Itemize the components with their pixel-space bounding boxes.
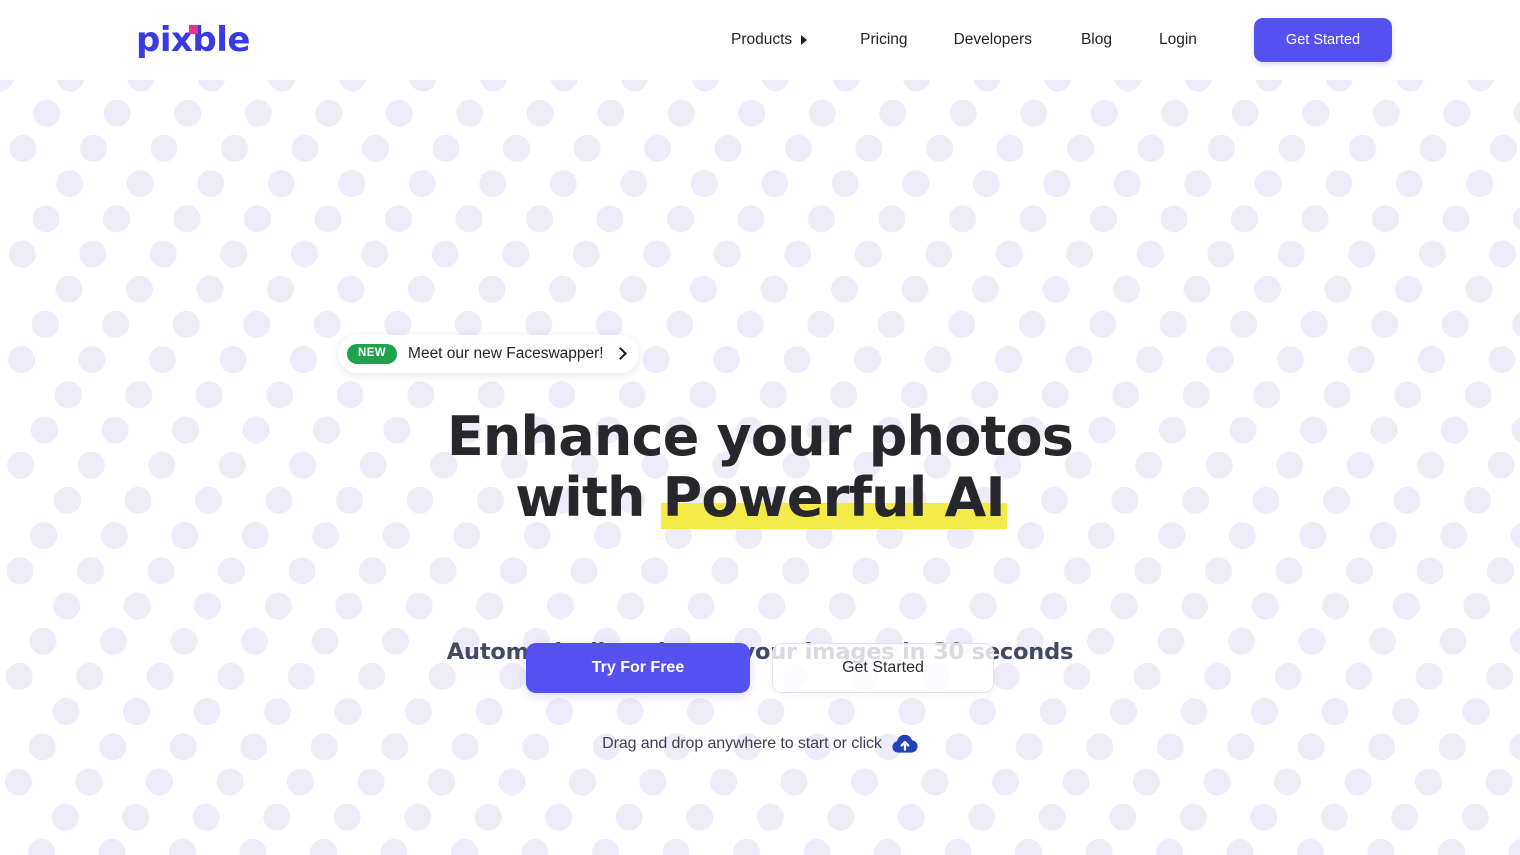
page-title: Enhance your photos with Powerful AI [0,405,1520,529]
upload-dropzone[interactable]: Drag and drop anywhere to start or click [0,733,1520,755]
header-get-started-button[interactable]: Get Started [1254,18,1392,62]
nav-item-blog[interactable]: Blog [1081,28,1112,52]
status-badge-new: NEW [347,343,398,365]
nav-item-label: Products [731,31,793,48]
hero-cta-row: Try For Free Get Started [0,643,1520,693]
hero-section: NEW Meet our new Faceswapper! Enhance yo… [0,78,1520,855]
nav-item-developers[interactable]: Developers [954,28,1032,52]
headline-line-2-prefix: with [515,466,663,529]
chevron-right-icon [613,346,627,360]
announcement-badge-label: Meet our new Faceswapper! [408,345,604,362]
nav-item-products[interactable]: Products [731,28,808,52]
nav-item-login[interactable]: Login [1159,28,1197,52]
site-header: pixble Products Pricing Developers Blog … [0,0,1520,80]
headline-line-2: with Powerful AI [0,466,1520,529]
cloud-upload-icon[interactable] [892,733,918,755]
page-root: pixble Products Pricing Developers Blog … [0,0,1520,855]
logo[interactable]: pixble [136,22,250,58]
announcement-badge[interactable]: NEW Meet our new Faceswapper! [338,335,639,373]
upload-dropzone-label: Drag and drop anywhere to start or click [602,735,882,752]
hero-get-started-button[interactable]: Get Started [772,643,994,693]
nav-item-pricing[interactable]: Pricing [860,28,907,52]
pink-square-accent-icon [189,25,198,34]
headline-line-1: Enhance your photos [446,405,1074,468]
caret-right-icon [801,35,808,45]
headline-highlight: Powerful AI [660,466,1007,529]
main-navigation: Products Pricing Developers Blog Login [731,28,1197,52]
try-for-free-button[interactable]: Try For Free [526,643,750,693]
